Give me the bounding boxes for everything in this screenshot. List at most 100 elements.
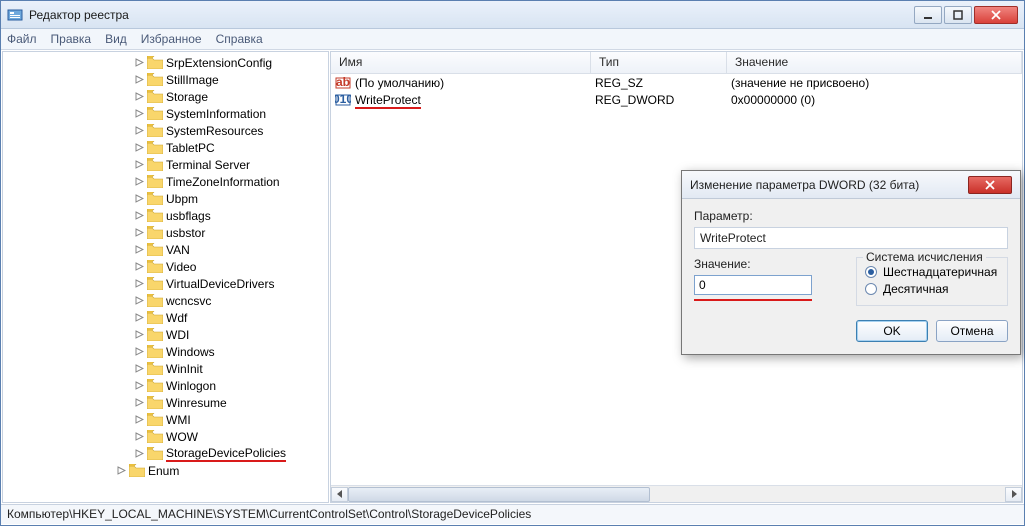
tree-node-label: Winresume: [166, 396, 227, 410]
expand-icon[interactable]: [133, 74, 145, 86]
expand-icon[interactable]: [133, 329, 145, 341]
tree-node[interactable]: Wdf: [3, 309, 328, 326]
expand-icon[interactable]: [133, 397, 145, 409]
maximize-button[interactable]: [944, 6, 972, 24]
column-type[interactable]: Тип: [591, 52, 727, 73]
expand-icon[interactable]: [133, 210, 145, 222]
tree-node[interactable]: Winresume: [3, 394, 328, 411]
row-value: (значение не присвоено): [731, 76, 1022, 90]
dialog-titlebar: Изменение параметра DWORD (32 бита): [682, 171, 1020, 199]
expand-icon[interactable]: [133, 380, 145, 392]
tree-node[interactable]: wcncsvc: [3, 292, 328, 309]
scroll-thumb[interactable]: [348, 487, 650, 502]
column-value[interactable]: Значение: [727, 52, 1022, 73]
expand-icon[interactable]: [133, 159, 145, 171]
radio-dot-icon: [865, 266, 877, 278]
app-icon: [7, 7, 23, 23]
expand-icon[interactable]: [133, 278, 145, 290]
tree-node[interactable]: Video: [3, 258, 328, 275]
tree-node-label: usbflags: [166, 209, 211, 223]
list-row[interactable]: 010WriteProtectREG_DWORD0x00000000 (0): [331, 91, 1022, 108]
expand-icon[interactable]: [133, 125, 145, 137]
expand-icon[interactable]: [133, 108, 145, 120]
tree-node[interactable]: StorageDevicePolicies: [3, 445, 328, 462]
scroll-left-button[interactable]: [331, 487, 348, 502]
tree-node[interactable]: Windows: [3, 343, 328, 360]
row-type: REG_SZ: [595, 76, 731, 90]
tree-node[interactable]: WDI: [3, 326, 328, 343]
tree-node[interactable]: StillImage: [3, 71, 328, 88]
expand-icon[interactable]: [133, 244, 145, 256]
tree-node[interactable]: SystemResources: [3, 122, 328, 139]
menu-file[interactable]: Файл: [7, 32, 37, 46]
value-input[interactable]: [694, 275, 812, 295]
expand-icon[interactable]: [133, 448, 145, 460]
status-bar: Компьютер\HKEY_LOCAL_MACHINE\SYSTEM\Curr…: [1, 504, 1024, 524]
tree-node-label: VAN: [166, 243, 190, 257]
expand-icon[interactable]: [133, 295, 145, 307]
dialog-title: Изменение параметра DWORD (32 бита): [690, 178, 968, 192]
tree-node[interactable]: TabletPC: [3, 139, 328, 156]
ok-button[interactable]: OK: [856, 320, 928, 342]
tree-node[interactable]: Storage: [3, 88, 328, 105]
column-headers: Имя Тип Значение: [331, 52, 1022, 74]
tree-node[interactable]: SystemInformation: [3, 105, 328, 122]
expand-icon[interactable]: [133, 431, 145, 443]
expand-icon[interactable]: [133, 176, 145, 188]
dialog-close-button[interactable]: [968, 176, 1012, 194]
expand-icon[interactable]: [133, 91, 145, 103]
expand-icon[interactable]: [133, 414, 145, 426]
expand-icon[interactable]: [133, 57, 145, 69]
tree-node-label: SystemInformation: [166, 107, 266, 121]
expand-icon[interactable]: [133, 312, 145, 324]
menu-view[interactable]: Вид: [105, 32, 127, 46]
tree-node[interactable]: VAN: [3, 241, 328, 258]
expand-icon[interactable]: [133, 346, 145, 358]
tree-node-label: Wdf: [166, 311, 187, 325]
row-value: 0x00000000 (0): [731, 93, 1022, 107]
tree-node[interactable]: TimeZoneInformation: [3, 173, 328, 190]
menu-edit[interactable]: Правка: [51, 32, 92, 46]
menu-favorites[interactable]: Избранное: [141, 32, 202, 46]
expand-icon[interactable]: [133, 363, 145, 375]
param-label: Параметр:: [694, 209, 1008, 223]
tree-node[interactable]: WinInit: [3, 360, 328, 377]
tree-node[interactable]: usbflags: [3, 207, 328, 224]
tree-node-label: WDI: [166, 328, 189, 342]
expand-icon[interactable]: [133, 227, 145, 239]
tree-node[interactable]: SrpExtensionConfig: [3, 54, 328, 71]
tree-node[interactable]: Terminal Server: [3, 156, 328, 173]
window-title: Редактор реестра: [29, 8, 914, 22]
tree-node[interactable]: Winlogon: [3, 377, 328, 394]
titlebar: Редактор реестра: [1, 1, 1024, 29]
close-button[interactable]: [974, 6, 1018, 24]
scroll-right-button[interactable]: [1005, 487, 1022, 502]
expand-icon[interactable]: [133, 193, 145, 205]
expand-icon[interactable]: [115, 465, 127, 477]
tree-node[interactable]: Ubpm: [3, 190, 328, 207]
tree-panel[interactable]: SrpExtensionConfigStillImageStorage Syste…: [2, 51, 329, 503]
tree-node-label: SrpExtensionConfig: [166, 56, 272, 70]
menu-help[interactable]: Справка: [216, 32, 263, 46]
tree-node[interactable]: Enum: [3, 462, 328, 479]
tree-node-label: Video: [166, 260, 196, 274]
list-row[interactable]: ab(По умолчанию)REG_SZ(значение не присв…: [331, 74, 1022, 91]
tree-node[interactable]: WOW: [3, 428, 328, 445]
tree-node-label: TimeZoneInformation: [166, 175, 280, 189]
row-type: REG_DWORD: [595, 93, 731, 107]
minimize-button[interactable]: [914, 6, 942, 24]
expand-icon[interactable]: [133, 261, 145, 273]
cancel-button[interactable]: Отмена: [936, 320, 1008, 342]
value-label: Значение:: [694, 257, 836, 271]
radio-dec[interactable]: Десятичная: [865, 282, 999, 296]
tree-node[interactable]: VirtualDeviceDrivers: [3, 275, 328, 292]
base-legend: Система исчисления: [863, 250, 986, 264]
param-value-readonly: WriteProtect: [694, 227, 1008, 249]
tree-node[interactable]: usbstor: [3, 224, 328, 241]
tree-node[interactable]: WMI: [3, 411, 328, 428]
column-name[interactable]: Имя: [331, 52, 591, 73]
horizontal-scrollbar[interactable]: [331, 485, 1022, 502]
radio-hex[interactable]: Шестнадцатеричная: [865, 265, 999, 279]
expand-icon[interactable]: [133, 142, 145, 154]
tree-node-label: WMI: [166, 413, 191, 427]
